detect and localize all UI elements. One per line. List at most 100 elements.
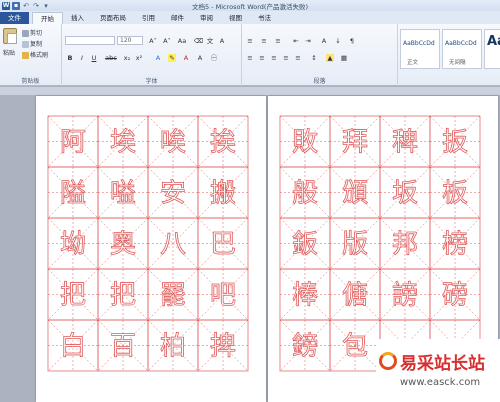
bold-button[interactable]: B	[66, 54, 74, 62]
tab-calligraphy[interactable]: 书法	[250, 12, 279, 24]
tab-view[interactable]: 视图	[221, 12, 250, 24]
grid-cell: 坂	[379, 166, 431, 219]
watermark-url: www.easck.com	[400, 377, 481, 388]
highlight-icon[interactable]: ✎	[168, 54, 176, 62]
grow-font-button[interactable]: A˄	[147, 37, 159, 45]
grid-cell: 稗	[379, 115, 431, 168]
title-bar: W ▪ ↶ ↷ ▾ 文档5 - Microsoft Word(产品激活失败)	[0, 0, 500, 11]
bullets-icon[interactable]: ≡	[246, 37, 254, 45]
ruler	[0, 87, 500, 95]
practice-character: 扳	[442, 128, 468, 158]
grid-cell: 鈑	[279, 217, 331, 270]
paragraph-group: ≡ ≡ ≡ ⇤ ⇥ A ↓ ¶ ≡ ≡ ≡ ≡ ≡ ↕ ▲ ▦ 段落	[242, 24, 398, 86]
grid-cell: 嗌	[97, 166, 149, 219]
ribbon: 粘贴 剪切 复制 格式刷 剪贴板 120 A˄ A˅ Aa ⌫ 文 A B I …	[0, 24, 500, 86]
borders-icon[interactable]: ▦	[340, 54, 348, 62]
numbering-icon[interactable]: ≡	[260, 37, 268, 45]
sort-icon[interactable]: ↓	[334, 37, 342, 45]
copy-icon	[22, 41, 29, 48]
format-painter-label: 格式刷	[30, 52, 49, 59]
subscript-button[interactable]: x₂	[122, 54, 132, 62]
practice-character: 埃	[110, 128, 136, 158]
phonetic-guide-icon[interactable]: 文	[206, 37, 214, 45]
grid-cell: 棒	[279, 268, 331, 321]
char-border-icon[interactable]: A	[218, 37, 226, 45]
tab-page-layout[interactable]: 页面布局	[92, 12, 134, 24]
grid-cell: 隘	[47, 166, 99, 219]
grid-cell: 罷	[147, 268, 199, 321]
grid-cell: 百	[97, 319, 149, 372]
practice-character: 阿	[60, 128, 86, 158]
show-marks-icon[interactable]: ¶	[348, 37, 356, 45]
style-no-spacing[interactable]: AaBbCcDd 无间隔	[442, 29, 482, 69]
style-heading-1[interactable]: Aa	[484, 29, 500, 69]
watermark-title: 易采站长站	[400, 354, 485, 374]
paragraph-group-label: 段落	[313, 78, 326, 85]
grid-cell: 埃	[97, 115, 149, 168]
distributed-icon[interactable]: ≡	[294, 54, 302, 62]
italic-button[interactable]: I	[78, 54, 86, 62]
paste-icon[interactable]	[3, 28, 17, 44]
practice-character: 版	[342, 230, 368, 260]
font-name-select[interactable]	[65, 36, 115, 45]
tab-review[interactable]: 审阅	[192, 12, 221, 24]
grid-cell: 阿	[47, 115, 99, 168]
practice-character: 板	[442, 179, 468, 209]
font-size-select[interactable]: 120	[117, 36, 143, 45]
page-1[interactable]: 阿埃唉挨隘嗌安搬坳奥八巴把把罷吧白百柏捭	[36, 96, 266, 402]
grid-cell: 傏	[329, 268, 381, 321]
grid-cell: 包	[329, 319, 381, 372]
scissors-icon	[22, 30, 29, 37]
tab-home[interactable]: 开始	[32, 12, 63, 24]
practice-character: 榜	[442, 230, 468, 260]
practice-character: 嗌	[110, 179, 136, 209]
strikethrough-button[interactable]: abc	[104, 54, 118, 62]
tab-insert[interactable]: 插入	[63, 12, 92, 24]
grid-cell: 榜	[429, 217, 481, 270]
underline-button[interactable]: U	[90, 54, 98, 62]
multilevel-list-icon[interactable]: ≡	[274, 37, 282, 45]
align-center-icon[interactable]: ≡	[258, 54, 266, 62]
practice-character: 包	[342, 332, 368, 362]
practice-character: 百	[110, 332, 136, 362]
practice-character: 八	[160, 230, 186, 260]
increase-indent-icon[interactable]: ⇥	[304, 37, 312, 45]
justify-icon[interactable]: ≡	[282, 54, 290, 62]
tab-file[interactable]: 文件	[0, 12, 29, 24]
practice-character: 鎊	[292, 332, 318, 362]
brush-icon	[22, 52, 29, 59]
copy-button[interactable]: 复制	[22, 39, 42, 48]
practice-character: 磅	[442, 281, 468, 311]
style-normal[interactable]: AaBbCcDd 正文	[400, 29, 440, 69]
tab-mailings[interactable]: 邮件	[163, 12, 192, 24]
practice-character: 把	[110, 281, 136, 311]
shrink-font-button[interactable]: A˅	[161, 37, 173, 45]
decrease-indent-icon[interactable]: ⇤	[292, 37, 300, 45]
grid-cell: 挨	[197, 115, 249, 168]
align-right-icon[interactable]: ≡	[270, 54, 278, 62]
grid-cell: 把	[97, 268, 149, 321]
clear-format-icon[interactable]: ⌫	[194, 37, 203, 45]
align-left-icon[interactable]: ≡	[246, 54, 254, 62]
practice-character: 邦	[392, 230, 418, 260]
enclose-char-icon[interactable]: ㊀	[210, 54, 218, 62]
char-shading-icon[interactable]: A	[196, 54, 204, 62]
style-no-spacing-preview: AaBbCcDd	[445, 40, 477, 47]
change-case-button[interactable]: Aa	[176, 37, 188, 45]
style-heading-preview: Aa	[487, 34, 500, 49]
grid-cell: 搬	[197, 166, 249, 219]
line-spacing-icon[interactable]: ↕	[310, 54, 318, 62]
grid-cell: 版	[329, 217, 381, 270]
font-color-icon[interactable]: A	[182, 54, 190, 62]
cut-button[interactable]: 剪切	[22, 28, 42, 37]
practice-character: 坳	[60, 230, 86, 260]
chinese-layout-icon[interactable]: A	[320, 37, 328, 45]
format-painter-button[interactable]: 格式刷	[22, 50, 48, 59]
superscript-button[interactable]: x²	[134, 54, 144, 62]
grid-cell: 敗	[279, 115, 331, 168]
shading-icon[interactable]: ▲	[326, 54, 334, 62]
text-effects-icon[interactable]: A	[154, 54, 162, 62]
paste-button[interactable]: 粘贴	[3, 48, 15, 57]
tab-references[interactable]: 引用	[134, 12, 163, 24]
practice-character: 謗	[392, 281, 418, 311]
